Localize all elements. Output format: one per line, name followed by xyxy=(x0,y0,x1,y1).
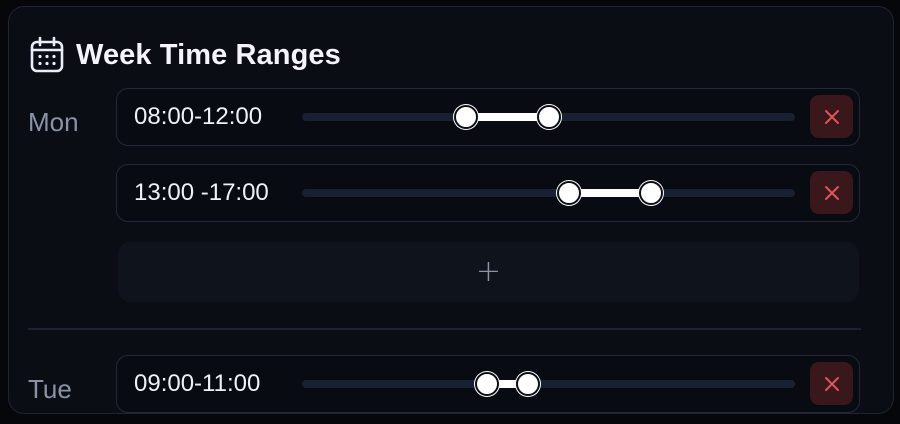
slider-end-handle[interactable] xyxy=(536,105,561,129)
close-icon xyxy=(824,109,839,124)
remove-range-button[interactable] xyxy=(810,171,853,214)
week-time-ranges-card: Week Time Ranges Mon 08:00-12:00 13:00 -… xyxy=(8,6,894,414)
slider-start-handle[interactable] xyxy=(454,105,479,129)
day-divider xyxy=(28,328,861,330)
slider-start-handle[interactable] xyxy=(474,372,499,396)
close-icon xyxy=(824,185,839,200)
day-label-tue: Tue xyxy=(28,374,72,404)
slider-start-handle[interactable] xyxy=(557,181,582,205)
slider-end-handle[interactable] xyxy=(639,181,664,205)
time-range-text: 09:00-11:00 xyxy=(134,370,261,397)
slider-end-handle[interactable] xyxy=(515,372,540,396)
time-range-text: 13:00 -17:00 xyxy=(134,179,269,206)
time-range-slider[interactable] xyxy=(302,105,795,129)
time-range-slider[interactable] xyxy=(302,181,795,205)
day-label-mon: Mon xyxy=(28,107,79,137)
remove-range-button[interactable] xyxy=(810,95,853,138)
card-header: Week Time Ranges xyxy=(29,36,341,74)
remove-range-button[interactable] xyxy=(810,362,853,405)
close-icon xyxy=(824,376,839,391)
calendar-icon xyxy=(29,36,65,74)
add-range-button[interactable]: + xyxy=(118,242,859,302)
page-title: Week Time Ranges xyxy=(76,38,341,71)
time-range-row: 08:00-12:00 xyxy=(116,88,860,146)
time-range-row: 09:00-11:00 xyxy=(116,355,860,413)
time-range-text: 08:00-12:00 xyxy=(134,103,263,130)
plus-icon: + xyxy=(475,254,502,289)
time-range-row: 13:00 -17:00 xyxy=(116,164,860,222)
time-range-slider[interactable] xyxy=(302,372,795,396)
